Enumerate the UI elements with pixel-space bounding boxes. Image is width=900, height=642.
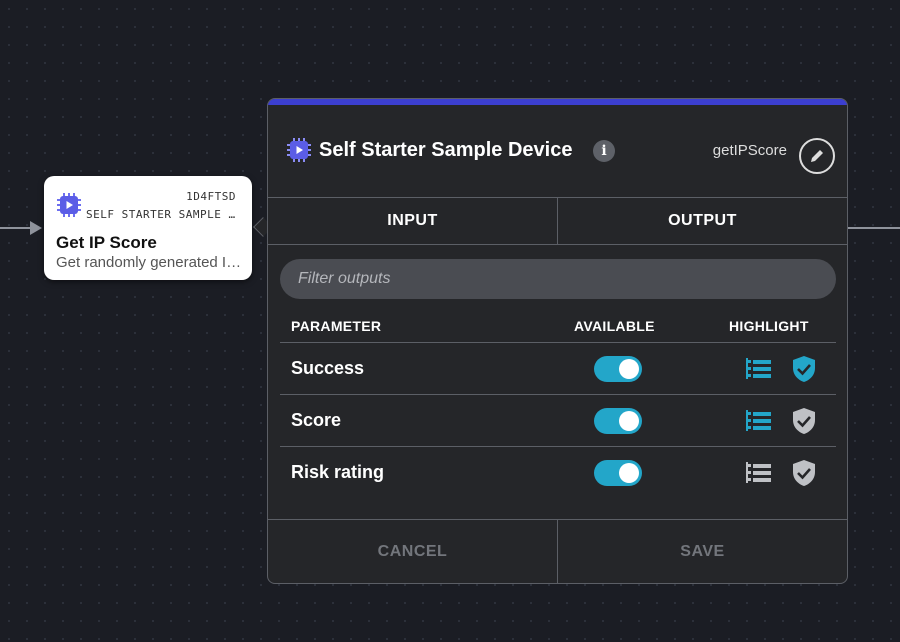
list-highlight-icon[interactable] bbox=[746, 356, 772, 382]
chip-icon bbox=[57, 193, 81, 217]
toggle-knob bbox=[619, 359, 639, 379]
panel-accent-bar bbox=[268, 99, 847, 105]
panel-footer: CANCEL SAVE bbox=[268, 519, 847, 583]
available-toggle[interactable] bbox=[594, 408, 642, 434]
list-highlight-icon[interactable] bbox=[746, 460, 772, 486]
edge-line-right bbox=[848, 227, 900, 229]
list-highlight-icon[interactable] bbox=[746, 408, 772, 434]
cancel-button[interactable]: CANCEL bbox=[268, 520, 558, 583]
parameter-name: Success bbox=[291, 358, 365, 378]
save-button[interactable]: SAVE bbox=[558, 520, 847, 583]
table-row: Risk rating bbox=[280, 447, 836, 499]
method-name: getIPScore bbox=[712, 142, 787, 159]
node-description: Get randomly generated IP score bbox=[56, 254, 246, 271]
filter-outputs-input[interactable] bbox=[298, 270, 836, 288]
table-row: Success bbox=[280, 343, 836, 395]
parameter-name: Risk rating bbox=[291, 462, 385, 482]
column-header-available: AVAILABLE bbox=[574, 318, 655, 334]
table-row: Score bbox=[280, 395, 836, 447]
outputs-table: PARAMETER AVAILABLE HIGHLIGHT Success Sc… bbox=[280, 311, 836, 499]
tab-input[interactable]: INPUT bbox=[268, 198, 558, 244]
toggle-knob bbox=[619, 463, 639, 483]
flow-node-card[interactable]: 1D4FTSD SELF STARTER SAMPLE DEVICE Get I… bbox=[44, 176, 252, 280]
column-header-highlight: HIGHLIGHT bbox=[729, 318, 809, 334]
info-icon[interactable]: i bbox=[593, 140, 615, 162]
shield-check-icon[interactable] bbox=[792, 459, 816, 487]
node-device-name: SELF STARTER SAMPLE DEVICE bbox=[86, 208, 236, 221]
node-code: 1D4FTSD bbox=[186, 190, 236, 203]
edge-arrowhead bbox=[30, 221, 42, 235]
column-header-parameter: PARAMETER bbox=[291, 318, 382, 334]
panel-title: Self Starter Sample Device bbox=[319, 139, 573, 161]
shield-check-icon[interactable] bbox=[792, 355, 816, 383]
available-toggle[interactable] bbox=[594, 460, 642, 486]
edit-button[interactable] bbox=[799, 138, 835, 174]
parameter-name: Score bbox=[291, 410, 342, 430]
tab-output[interactable]: OUTPUT bbox=[558, 198, 847, 244]
panel-tabs: INPUT OUTPUT bbox=[268, 197, 847, 245]
toggle-knob bbox=[619, 411, 639, 431]
output-config-panel: Self Starter Sample Device i getIPScore … bbox=[267, 98, 848, 584]
shield-check-icon[interactable] bbox=[792, 407, 816, 435]
pencil-icon bbox=[811, 150, 823, 162]
chip-icon bbox=[287, 138, 311, 162]
filter-field[interactable] bbox=[280, 259, 836, 299]
available-toggle[interactable] bbox=[594, 356, 642, 382]
table-header: PARAMETER AVAILABLE HIGHLIGHT bbox=[280, 311, 836, 343]
node-title: Get IP Score bbox=[56, 233, 157, 252]
